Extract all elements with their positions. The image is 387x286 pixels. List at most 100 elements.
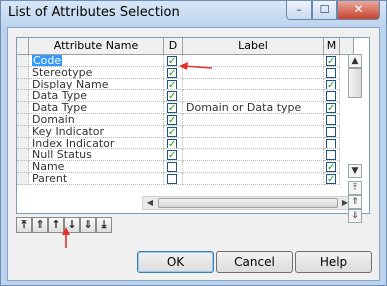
- label-cell[interactable]: [183, 90, 324, 103]
- row-header[interactable]: [17, 66, 29, 79]
- title-bar[interactable]: List of Attributes Selection – ☐ ✕: [1, 1, 386, 27]
- table-row[interactable]: Domain: [17, 114, 354, 126]
- page-down-icon[interactable]: ⇓: [348, 209, 362, 223]
- mandatory-checkbox[interactable]: [326, 115, 336, 125]
- minimize-button[interactable]: –: [286, 1, 312, 20]
- horizontal-scrollbar[interactable]: ◀ ▶: [142, 196, 353, 210]
- display-checkbox[interactable]: [167, 67, 177, 78]
- table-row[interactable]: Key Indicator: [17, 125, 354, 138]
- label-cell[interactable]: Domain or Data type: [183, 102, 324, 114]
- display-checkbox[interactable]: [167, 138, 177, 149]
- vertical-scroll-down-button[interactable]: ▼: [348, 164, 362, 178]
- row-header[interactable]: [17, 55, 29, 67]
- table-row[interactable]: Display Name: [17, 78, 354, 91]
- d-cell: [164, 125, 183, 138]
- mandatory-checkbox[interactable]: [326, 102, 336, 114]
- mandatory-checkbox[interactable]: [326, 150, 336, 161]
- display-checkbox[interactable]: [167, 90, 177, 102]
- ok-button[interactable]: OK: [137, 251, 214, 273]
- help-button[interactable]: Help: [295, 251, 372, 273]
- attribute-name-cell[interactable]: Code: [29, 55, 164, 67]
- table-row[interactable]: Index Indicator: [17, 137, 354, 150]
- display-checkbox[interactable]: [167, 149, 177, 161]
- move-to-bottom-button[interactable]: ⤓: [96, 217, 112, 233]
- label-cell[interactable]: [183, 173, 324, 185]
- attribute-name-text: Domain: [32, 114, 75, 126]
- attribute-name-cell[interactable]: Key Indicator: [29, 125, 164, 138]
- attribute-name-cell[interactable]: Data Type: [29, 90, 164, 103]
- row-header[interactable]: [17, 173, 29, 185]
- label-cell[interactable]: [183, 149, 324, 162]
- close-button[interactable]: ✕: [337, 1, 380, 20]
- mandatory-checkbox[interactable]: [326, 91, 336, 102]
- attribute-name-cell[interactable]: Parent: [29, 173, 164, 185]
- maximize-button[interactable]: ☐: [312, 1, 337, 20]
- scroll-to-top-icon[interactable]: ⤒: [348, 181, 362, 195]
- attribute-name-text: Name: [32, 161, 65, 173]
- mandatory-checkbox[interactable]: [326, 138, 336, 149]
- d-cell: [164, 78, 183, 91]
- move-to-top-button[interactable]: ⤒: [16, 217, 32, 233]
- attribute-name-text: Stereotype: [32, 66, 93, 79]
- dialog-window: List of Attributes Selection – ☐ ✕ Attri…: [0, 0, 387, 286]
- display-checkbox[interactable]: [167, 102, 177, 114]
- mandatory-checkbox[interactable]: [326, 67, 336, 78]
- move-page-up-button[interactable]: ⇑: [32, 217, 48, 233]
- row-header[interactable]: [17, 149, 29, 162]
- attribute-name-text: Code: [32, 55, 63, 67]
- display-checkbox[interactable]: [167, 162, 177, 173]
- column-header-label[interactable]: Label: [183, 38, 324, 55]
- attribute-name-cell[interactable]: Stereotype: [29, 66, 164, 79]
- attribute-name-cell[interactable]: Data Type: [29, 102, 164, 114]
- display-checkbox[interactable]: [167, 126, 177, 137]
- cancel-button[interactable]: Cancel: [216, 251, 293, 273]
- table-row[interactable]: Data Type: [17, 90, 354, 103]
- mandatory-checkbox[interactable]: [326, 161, 336, 173]
- display-checkbox[interactable]: [167, 79, 177, 90]
- table-row[interactable]: Null Status: [17, 149, 354, 162]
- move-page-down-button[interactable]: ⇓: [80, 217, 96, 233]
- label-cell[interactable]: [183, 78, 324, 91]
- table-row[interactable]: Data Type Domain or Data type: [17, 102, 354, 114]
- d-cell: [164, 90, 183, 103]
- row-header[interactable]: [17, 90, 29, 103]
- label-cell[interactable]: [183, 125, 324, 138]
- horizontal-scroll-thumb[interactable]: [158, 198, 338, 208]
- vertical-scroll-up-button[interactable]: ▲: [348, 54, 362, 68]
- label-cell[interactable]: [183, 137, 324, 150]
- label-cell[interactable]: [183, 161, 324, 173]
- attribute-name-cell[interactable]: Index Indicator: [29, 137, 164, 150]
- d-cell: [164, 137, 183, 150]
- display-checkbox[interactable]: [167, 114, 177, 125]
- mandatory-checkbox[interactable]: [326, 126, 336, 137]
- display-checkbox[interactable]: [167, 174, 177, 184]
- attribute-name-text: Key Indicator: [32, 125, 105, 138]
- annotation-arrow-icon: [179, 62, 213, 70]
- attribute-name-cell[interactable]: Domain: [29, 114, 164, 126]
- mandatory-checkbox[interactable]: [326, 55, 336, 66]
- table-row[interactable]: Name: [17, 161, 354, 173]
- attribute-name-text: Index Indicator: [32, 137, 115, 150]
- row-header[interactable]: [17, 161, 29, 173]
- column-header-m[interactable]: M: [324, 38, 340, 55]
- row-header[interactable]: [17, 114, 29, 126]
- column-header-attribute-name[interactable]: Attribute Name: [29, 38, 164, 55]
- page-up-icon[interactable]: ⇑: [348, 195, 362, 209]
- mandatory-checkbox[interactable]: [326, 79, 336, 90]
- attribute-name-cell[interactable]: Name: [29, 161, 164, 173]
- display-checkbox[interactable]: [167, 55, 177, 66]
- attribute-name-cell[interactable]: Null Status: [29, 149, 164, 162]
- table-row[interactable]: Parent: [17, 173, 354, 185]
- attribute-name-cell[interactable]: Display Name: [29, 78, 164, 91]
- column-header-d[interactable]: D: [164, 38, 183, 55]
- row-header[interactable]: [17, 102, 29, 114]
- row-header[interactable]: [17, 78, 29, 91]
- vertical-scroll-thumb[interactable]: [348, 68, 362, 98]
- d-cell: [164, 114, 183, 126]
- row-header[interactable]: [17, 137, 29, 150]
- attribute-name-text: Parent: [32, 173, 68, 185]
- scroll-left-icon[interactable]: ◀: [143, 197, 157, 209]
- label-cell[interactable]: [183, 114, 324, 126]
- row-header[interactable]: [17, 125, 29, 138]
- mandatory-checkbox[interactable]: [326, 173, 336, 184]
